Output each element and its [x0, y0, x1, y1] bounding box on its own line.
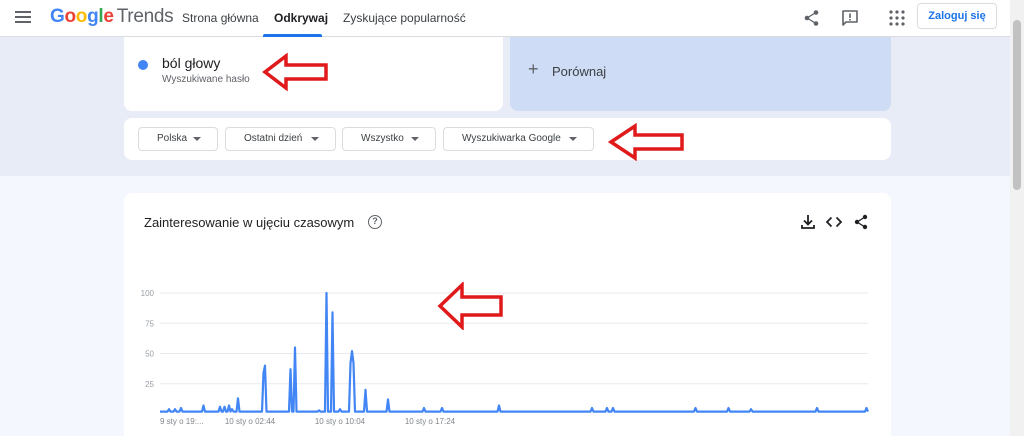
compare-label: Porównaj [552, 64, 607, 79]
logo-google-text: Google [50, 6, 114, 27]
top-bar: Google Trends Strona główna Odkrywaj Zysk… [0, 0, 1010, 37]
logo-letter: o [64, 6, 76, 27]
chevron-down-icon [569, 137, 577, 141]
search-term-type: Wyszukiwane hasło [162, 74, 250, 85]
filter-category-label: Wszystko [361, 133, 404, 144]
help-icon[interactable]: ? [368, 215, 382, 229]
filter-time-range-label: Ostatni dzień [244, 133, 303, 144]
annotation-arrow-peak [437, 282, 503, 330]
x-tick-label: 9 sty o 19:... [160, 417, 204, 426]
filter-category[interactable]: Wszystko [342, 127, 436, 151]
x-tick-label: 10 sty o 10:04 [315, 417, 366, 426]
embed-icon[interactable] [825, 213, 843, 231]
login-button[interactable]: Zaloguj się [917, 3, 997, 29]
scrollbar-thumb[interactable] [1013, 20, 1021, 190]
annotation-arrow-term [262, 53, 328, 91]
filter-search-type[interactable]: Wyszukiwarka Google [443, 127, 594, 151]
y-tick-label: 100 [141, 289, 155, 298]
filter-search-type-label: Wyszukiwarka Google [462, 133, 561, 144]
nav-trending[interactable]: Zyskujące popularność [343, 11, 466, 25]
chart-series[interactable] [160, 291, 870, 413]
y-tick-label: 25 [145, 380, 154, 389]
y-tick-label: 75 [145, 319, 154, 328]
chevron-down-icon [193, 137, 201, 141]
nav-home[interactable]: Strona główna [182, 11, 259, 25]
plus-icon: + [528, 59, 539, 79]
chevron-down-icon [411, 137, 419, 141]
filters-bar: Polska Ostatni dzień Wszystko Wyszukiwar… [124, 118, 891, 160]
feedback-icon[interactable] [840, 8, 860, 28]
compare-card[interactable]: + Porównaj [510, 37, 891, 111]
share-icon[interactable] [802, 8, 822, 28]
logo-letter: o [75, 6, 88, 27]
series-line[interactable] [160, 291, 870, 413]
x-tick-label: 10 sty o 02:44 [225, 417, 276, 426]
y-tick-label: 50 [145, 350, 154, 359]
interest-chart[interactable]: 25 50 75 100 9 sty o 19:... 10 sty o 02:44 10… [124, 280, 891, 436]
nav-explore[interactable]: Odkrywaj [274, 11, 328, 25]
filter-location[interactable]: Polska [138, 127, 218, 151]
filter-time-range[interactable]: Ostatni dzień [225, 127, 336, 151]
filter-location-label: Polska [157, 133, 188, 144]
y-axis-ticks: 25 50 75 100 [141, 289, 155, 389]
search-term[interactable]: ból głowy [162, 55, 220, 71]
annotation-arrow-filters [608, 123, 684, 161]
x-axis-ticks: 9 sty o 19:... 10 sty o 02:44 10 sty o 10:… [160, 417, 456, 426]
logo-letter: G [50, 6, 65, 27]
x-tick-label: 10 sty o 17:24 [405, 417, 456, 426]
chart-title: Zainteresowanie w ujęciu czasowym [144, 215, 355, 230]
google-trends-logo[interactable]: Google Trends [50, 6, 174, 28]
share-icon[interactable] [852, 213, 870, 231]
chevron-down-icon [311, 137, 319, 141]
logo-letter: e [103, 6, 114, 27]
menu-icon[interactable] [15, 9, 33, 25]
page-scrollbar[interactable] [1010, 0, 1024, 436]
logo-trends-text: Trends [116, 6, 174, 27]
term-color-dot [138, 60, 148, 70]
logo-letter: g [87, 6, 99, 27]
download-icon[interactable] [799, 213, 817, 231]
apps-grid-icon[interactable] [887, 8, 907, 28]
